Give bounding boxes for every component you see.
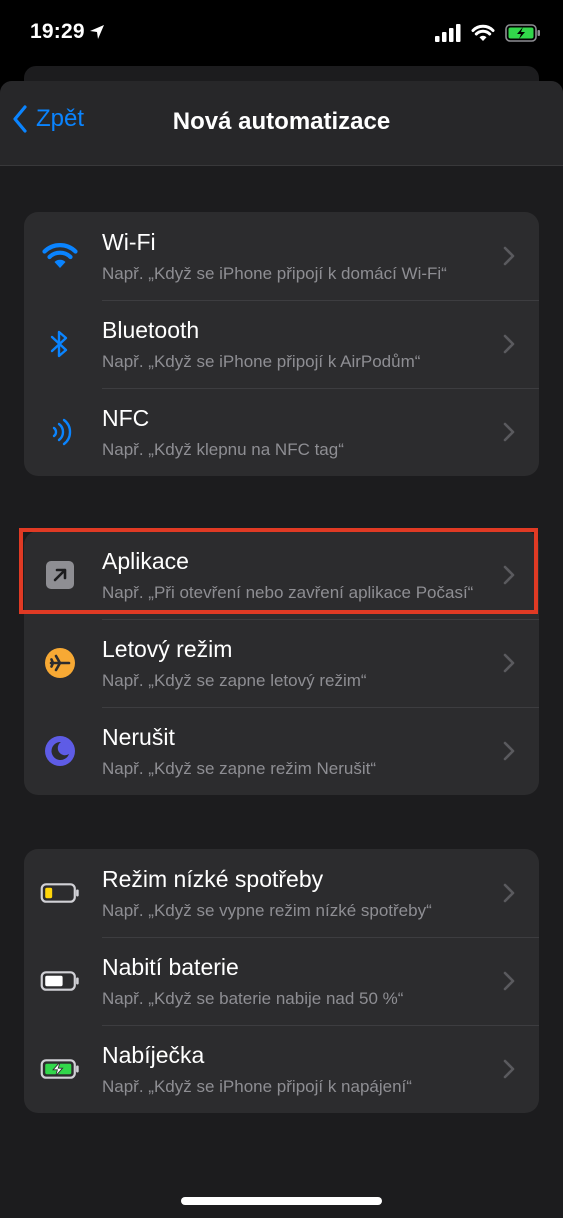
row-subtitle: Např. „Při otevření nebo zavření aplikac… [102, 583, 474, 602]
chevron-right-icon [503, 422, 515, 442]
row-title: Nabití baterie [102, 954, 239, 980]
group-apps-modes: Aplikace Např. „Při otevření nebo zavřen… [24, 531, 539, 795]
chevron-right-icon [503, 1059, 515, 1079]
nfc-icon [40, 412, 80, 452]
row-nfc[interactable]: NFC Např. „Když klepnu na NFC tag“ [24, 388, 539, 476]
row-title: Nabíječka [102, 1042, 205, 1068]
location-arrow-icon [89, 25, 104, 39]
chevron-right-icon [503, 653, 515, 673]
row-subtitle: Např. „Když se zapne letový režim“ [102, 671, 367, 690]
status-bar: 19:29 [0, 0, 563, 66]
row-wifi[interactable]: Wi-Fi Např. „Když se iPhone připojí k do… [24, 212, 539, 300]
chevron-right-icon [503, 334, 515, 354]
row-title: Wi-Fi [102, 229, 156, 255]
row-aplikace[interactable]: Aplikace Např. „Při otevření nebo zavřen… [24, 531, 539, 619]
airplane-icon [40, 643, 80, 683]
row-nabiti-baterie[interactable]: Nabití baterie Např. „Když se baterie na… [24, 937, 539, 1025]
screen: 19:29 Zpět Nová automatizace Wi-Fi Např.… [0, 0, 563, 1218]
cellular-signal-icon [435, 24, 461, 42]
chevron-right-icon [503, 246, 515, 266]
row-title: Bluetooth [102, 317, 200, 343]
chevron-right-icon [503, 883, 515, 903]
row-title: Letový režim [102, 636, 233, 662]
chevron-right-icon [503, 565, 515, 585]
chevron-right-icon [503, 971, 515, 991]
row-subtitle: Např. „Když se baterie nabije nad 50 %“ [102, 989, 404, 1008]
row-subtitle: Např. „Když se vypne režim nízké spotřeb… [102, 901, 432, 920]
group-battery: Režim nízké spotřeby Např. „Když se vypn… [24, 849, 539, 1113]
row-subtitle: Např. „Když se zapne režim Nerušit“ [102, 759, 376, 778]
row-letovy-rezim[interactable]: Letový režim Např. „Když se zapne letový… [24, 619, 539, 707]
moon-icon [40, 731, 80, 771]
bluetooth-icon [40, 324, 80, 364]
row-title: Režim nízké spotřeby [102, 866, 324, 892]
chevron-right-icon [503, 741, 515, 761]
row-title: Nerušit [102, 724, 175, 750]
navigation-bar: Zpět Nová automatizace [0, 81, 563, 166]
wifi-icon [40, 236, 80, 276]
page-title: Nová automatizace [172, 108, 391, 135]
row-bluetooth[interactable]: Bluetooth Např. „Když se iPhone připojí … [24, 300, 539, 388]
row-nerusit[interactable]: Nerušit Např. „Když se zapne režim Neruš… [24, 707, 539, 795]
clock: 19:29 [30, 20, 85, 43]
status-time: 19:29 [30, 20, 105, 44]
battery-icon [40, 961, 80, 1001]
row-subtitle: Např. „Když se iPhone připojí k domácí W… [102, 264, 447, 283]
row-title: NFC [102, 405, 150, 431]
row-subtitle: Např. „Když klepnu na NFC tag“ [102, 440, 344, 459]
home-indicator[interactable] [181, 1197, 382, 1205]
row-rezim-nizke-spotreby[interactable]: Režim nízké spotřeby Např. „Když se vypn… [24, 849, 539, 937]
row-nabijecka[interactable]: Nabíječka Např. „Když se iPhone připojí … [24, 1025, 539, 1113]
row-title: Aplikace [102, 548, 189, 574]
group-connectivity: Wi-Fi Např. „Když se iPhone připojí k do… [24, 212, 539, 476]
low-battery-icon [40, 873, 80, 913]
app-arrow-icon [40, 555, 80, 595]
charging-battery-icon [40, 1049, 80, 1089]
row-subtitle: Např. „Když se iPhone připojí k napájení… [102, 1077, 412, 1096]
wifi-status-icon [471, 24, 495, 41]
row-subtitle: Např. „Když se iPhone připojí k AirPodům… [102, 352, 421, 371]
status-indicators [435, 24, 541, 42]
battery-status-icon [505, 24, 540, 42]
